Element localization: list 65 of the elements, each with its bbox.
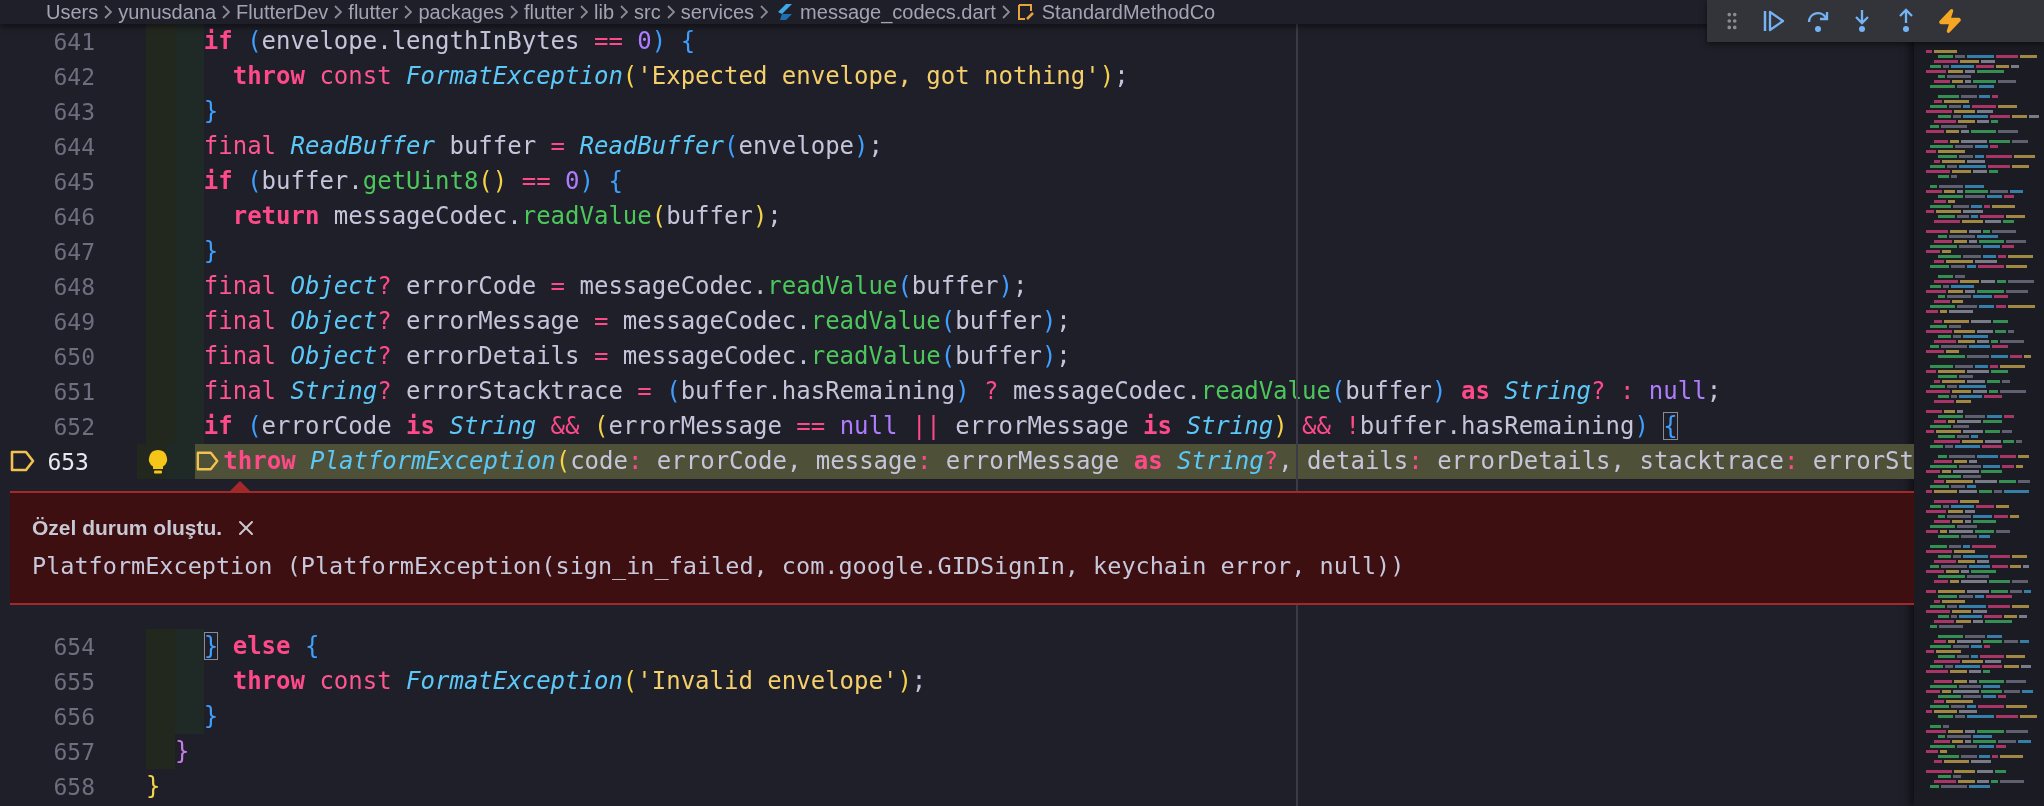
continue-button[interactable] bbox=[1761, 8, 1787, 34]
chevron-icon bbox=[104, 5, 113, 19]
code-line: final Object? errorCode = messageCodec.readValue(buffer); bbox=[203, 271, 1028, 302]
code-line: } else { bbox=[203, 631, 320, 662]
breadcrumb-item[interactable]: Users bbox=[46, 0, 99, 24]
line-number: 651 bbox=[52, 378, 95, 405]
breadcrumb-item[interactable]: flutter bbox=[348, 0, 399, 24]
line-number: 644 bbox=[52, 133, 95, 160]
code-line: throw PlatformException(code: errorCode, message: errorMessage as String?, details: errorDetails, stacktrace: errorSt bbox=[223, 446, 1914, 477]
breakpoint-arrow-icon bbox=[10, 450, 37, 473]
line-number: 657 bbox=[52, 738, 95, 765]
chevron-icon bbox=[620, 5, 629, 19]
line-number: 647 bbox=[52, 238, 95, 265]
line-number: 654 bbox=[52, 633, 95, 660]
symbol-icon bbox=[1015, 2, 1036, 22]
line-number: 656 bbox=[52, 703, 95, 730]
breadcrumb-item[interactable]: lib bbox=[594, 0, 615, 24]
chevron-icon bbox=[1001, 5, 1010, 19]
line-number: 655 bbox=[52, 668, 95, 695]
chevron-icon bbox=[334, 5, 343, 19]
chevron-icon bbox=[510, 5, 518, 19]
chevron-icon bbox=[580, 5, 589, 19]
hot-reload-button[interactable] bbox=[1937, 8, 1963, 34]
code-line: } bbox=[203, 701, 219, 732]
breadcrumb-item[interactable]: StandardMethodCo bbox=[1041, 0, 1216, 24]
breadcrumb-item[interactable]: yunusdana bbox=[118, 0, 217, 24]
code-line: final Object? errorMessage = messageCodec.readValue(buffer); bbox=[203, 306, 1071, 337]
code-line: } bbox=[203, 236, 219, 267]
line-number: 650 bbox=[52, 343, 95, 370]
code-line: if (errorCode is String && (errorMessage == null || errorMessage is String) && !buffer.hasRemaining) { bbox=[203, 411, 1678, 442]
breadcrumb-item[interactable]: FlutterDev bbox=[236, 0, 329, 24]
breakpoint-arrow-icon bbox=[196, 450, 221, 472]
breadcrumb-item[interactable]: src bbox=[634, 0, 661, 24]
line-number: 641 bbox=[52, 28, 95, 55]
chevron-icon bbox=[404, 5, 413, 19]
lightbulb-icon[interactable] bbox=[146, 449, 169, 475]
chevron-icon bbox=[760, 5, 769, 19]
code-line: if (envelope.lengthInBytes == 0) { bbox=[203, 26, 696, 57]
breadcrumb-item[interactable]: message_codecs.dart bbox=[800, 0, 996, 24]
code-line: if (buffer.getUint8() == 0) { bbox=[203, 166, 623, 197]
line-number: 648 bbox=[52, 273, 95, 300]
code-line: final ReadBuffer buffer = ReadBuffer(envelope); bbox=[203, 131, 883, 162]
code-line: final Object? errorDetails = messageCodec.readValue(buffer); bbox=[203, 341, 1071, 372]
code-line: } bbox=[174, 736, 190, 767]
code-line: return messageCodec.readValue(buffer); bbox=[232, 201, 782, 232]
line-number: 646 bbox=[52, 203, 95, 230]
code-line: throw const FormatException('Invalid envelope'); bbox=[232, 666, 927, 697]
exception-message: PlatformException (PlatformException(sign_in_failed, com.google.GIDSignIn, keychain error, null)) bbox=[32, 552, 1406, 580]
chevron-icon bbox=[666, 5, 675, 19]
code-line: } bbox=[146, 771, 161, 802]
exception-title: Özel durum oluştu. bbox=[32, 516, 223, 540]
code-line: } bbox=[203, 96, 219, 127]
breadcrumb-item[interactable]: services bbox=[680, 0, 755, 24]
line-number: 649 bbox=[52, 308, 95, 335]
line-number: 645 bbox=[52, 168, 95, 195]
code-line: throw const FormatException('Expected envelope, got nothing'); bbox=[232, 61, 1129, 92]
breadcrumb-item[interactable]: packages bbox=[418, 0, 504, 24]
chevron-icon bbox=[222, 5, 231, 19]
line-number: 643 bbox=[52, 98, 95, 125]
line-number: 653 bbox=[46, 448, 89, 475]
line-number: 658 bbox=[52, 773, 95, 800]
line-number: 642 bbox=[52, 63, 95, 90]
line-number: 652 bbox=[52, 413, 95, 440]
breadcrumb-item[interactable]: flutter bbox=[524, 0, 575, 24]
code-line: final String? errorStacktrace = (buffer.hasRemaining) ? messageCodec.readValue(buffer) as String? : null; bbox=[203, 376, 1722, 407]
